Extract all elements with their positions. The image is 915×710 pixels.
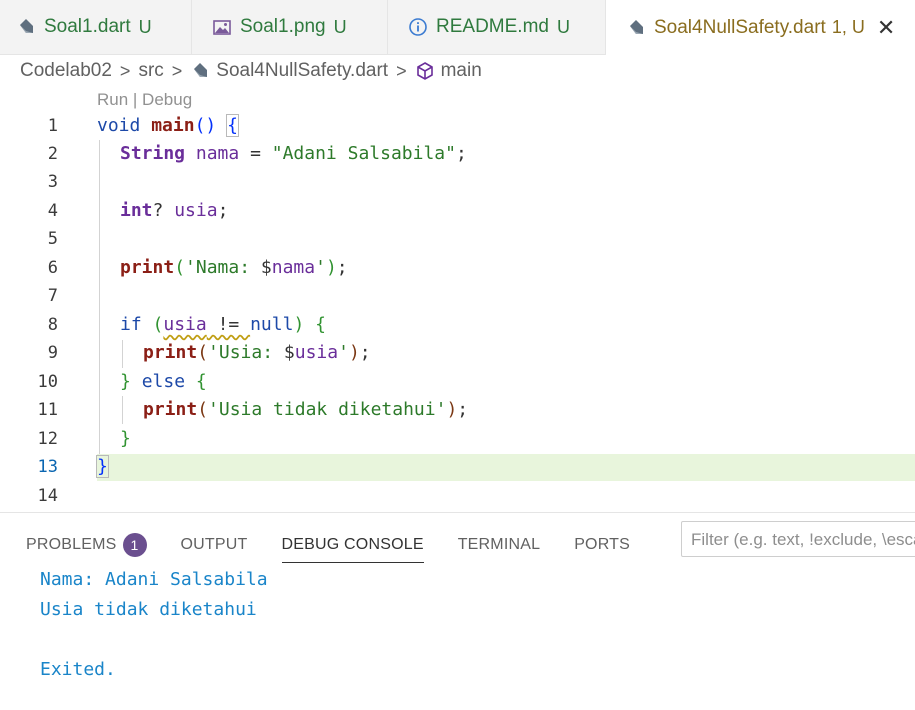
tab-soal1-png[interactable]: Soal1.png U [192, 0, 388, 54]
code-line: 1 void main() { [0, 112, 915, 140]
line-number: 10 [37, 372, 58, 392]
tab-ports[interactable]: PORTS [574, 527, 630, 563]
line-number: 3 [47, 172, 58, 192]
line-number: 1 [47, 116, 58, 136]
line-number: 5 [47, 229, 58, 249]
code-line: 11 print('Usia tidak diketahui'); [0, 396, 915, 424]
current-line-highlight [97, 454, 915, 481]
info-icon [409, 18, 427, 36]
code-line: 3 [0, 168, 915, 196]
tab-readme-md[interactable]: README.md U [388, 0, 606, 54]
tab-soal1-dart[interactable]: Soal1.dart U [0, 0, 192, 54]
code-text: } else { [120, 371, 207, 392]
problems-count-badge: 1 [122, 533, 147, 557]
console-line: Usia tidak diketahui [40, 599, 257, 620]
code-text: } [96, 455, 109, 478]
tab-problems[interactable]: PROBLEMS 1 [26, 527, 147, 563]
editor-tab-bar: Soal1.dart U Soal1.png U README.md U Soa… [0, 0, 915, 55]
breadcrumb-item-file[interactable]: Soal4NullSafety.dart [216, 60, 388, 82]
line-number: 2 [47, 144, 58, 164]
cube-method-icon [416, 62, 433, 80]
code-line: 8 if (usia != null) { [0, 311, 915, 339]
tab-terminal[interactable]: TERMINAL [458, 527, 541, 563]
debug-console-output: Nama: Adani Salsabila Usia tidak diketah… [40, 565, 268, 685]
line-number: 9 [47, 343, 58, 363]
dart-icon [194, 63, 208, 77]
code-line: 2 String nama = "Adani Salsabila"; [0, 140, 915, 168]
breadcrumb-item-codelab02[interactable]: Codelab02 [20, 60, 112, 82]
codelens-run-debug[interactable]: Run | Debug [97, 88, 192, 112]
dart-icon [20, 19, 33, 33]
breadcrumb: Codelab02 > src > Soal4NullSafety.dart >… [20, 58, 482, 84]
image-icon [213, 20, 231, 35]
code-text: void main() { [97, 114, 239, 137]
code-line: 12 } [0, 425, 915, 453]
code-text: String nama = "Adani Salsabila"; [120, 143, 467, 164]
bottom-panel: PROBLEMS 1 OUTPUT DEBUG CONSOLE TERMINAL… [0, 512, 915, 710]
code-line: 5 [0, 225, 915, 253]
tab-debug-console[interactable]: DEBUG CONSOLE [281, 527, 424, 563]
breadcrumb-separator: > [119, 60, 131, 81]
line-number: 6 [47, 258, 58, 278]
code-editor[interactable]: Run | Debug 1 void main() { 2 String nam… [0, 88, 915, 512]
line-number: 11 [37, 400, 58, 420]
line-number: 12 [37, 429, 58, 449]
code-text: print('Usia tidak diketahui'); [143, 399, 469, 420]
code-line: 9 print('Usia: $usia'); [0, 339, 915, 367]
close-icon[interactable]: ✕ [877, 15, 895, 41]
line-number: 13 [37, 457, 58, 477]
panel-tabs: PROBLEMS 1 OUTPUT DEBUG CONSOLE TERMINAL… [26, 527, 664, 563]
line-number: 14 [37, 486, 58, 506]
breadcrumb-separator: > [396, 60, 407, 81]
tab-output[interactable]: OUTPUT [181, 527, 248, 563]
code-text: print('Usia: $usia'); [143, 342, 371, 363]
code-line-active: 13 } [0, 453, 915, 481]
line-number: 4 [47, 201, 58, 221]
code-line: 6 print('Nama: $nama'); [0, 254, 915, 282]
dart-icon [630, 19, 643, 34]
breadcrumb-separator: > [171, 60, 183, 81]
code-line: 7 [0, 282, 915, 310]
code-text: if (usia != null) { [120, 314, 326, 335]
code-line: 14 [0, 482, 915, 510]
line-number: 8 [47, 315, 58, 335]
breadcrumb-item-main[interactable]: main [441, 60, 482, 82]
tab-soal4nullsafety-dart[interactable]: Soal4NullSafety.dart 1, U ✕ [606, 0, 915, 55]
breadcrumb-item-src[interactable]: src [138, 60, 163, 82]
code-line: 4 int? usia; [0, 197, 915, 225]
console-filter-input[interactable]: Filter (e.g. text, !exclude, \escape) [681, 521, 915, 557]
code-line: 10 } else { [0, 368, 915, 396]
console-line: Exited. [40, 659, 116, 680]
code-text: int? usia; [120, 200, 229, 221]
warning-squiggle: usia != [163, 314, 251, 335]
code-text: print('Nama: $nama'); [120, 257, 348, 278]
line-number: 7 [47, 286, 58, 306]
code-text: } [120, 428, 131, 449]
console-line: Nama: Adani Salsabila [40, 569, 268, 590]
